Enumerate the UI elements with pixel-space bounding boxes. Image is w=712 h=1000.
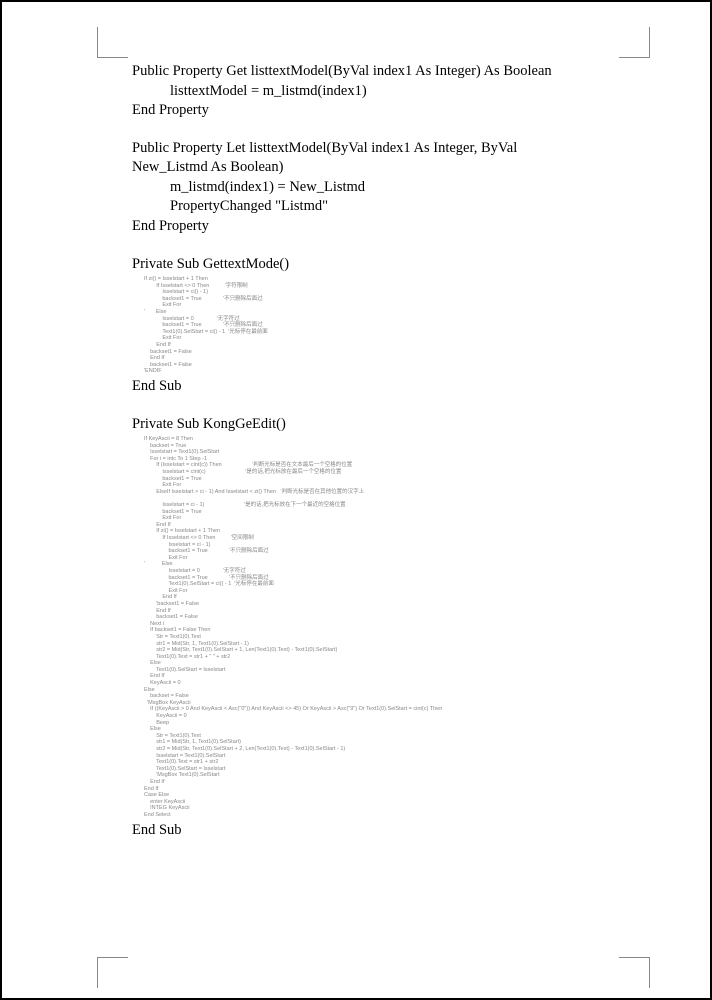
prop-let-end: End Property: [132, 217, 640, 237]
prop-let-body1: m_listmd(index1) = New_Listmd: [132, 178, 640, 198]
sub-konggeedit-end: End Sub: [132, 821, 640, 841]
prop-let-body2: PropertyChanged "Listmd": [132, 197, 640, 217]
prop-let-sig2: New_Listmd As Boolean): [132, 158, 640, 178]
crop-mark-bottom-left: [97, 957, 128, 988]
prop-get-end: End Property: [132, 101, 640, 121]
sub-konggeedit-sig: Private Sub KongGeEdit(): [132, 415, 640, 435]
document-content: Public Property Get listtextModel(ByVal …: [132, 62, 640, 840]
prop-get-signature: Public Property Get listtextModel(ByVal …: [132, 62, 640, 82]
sub-konggeedit-body: If KeyAscii = 8 Then backset = True Isse…: [144, 436, 640, 818]
crop-mark-top-right: [619, 27, 650, 58]
sub-gettextmode-sig: Private Sub GettextMode(): [132, 255, 640, 275]
prop-get-body: listtextModel = m_listmd(index1): [132, 82, 640, 102]
prop-let-sig1: Public Property Let listtextModel(ByVal …: [132, 139, 640, 159]
crop-mark-bottom-right: [619, 957, 650, 988]
crop-mark-top-left: [97, 27, 128, 58]
sub-gettextmode-body: If zi() = Isselstart + 1 Then If Isselst…: [144, 276, 640, 375]
sub-gettextmode-end: End Sub: [132, 377, 640, 397]
